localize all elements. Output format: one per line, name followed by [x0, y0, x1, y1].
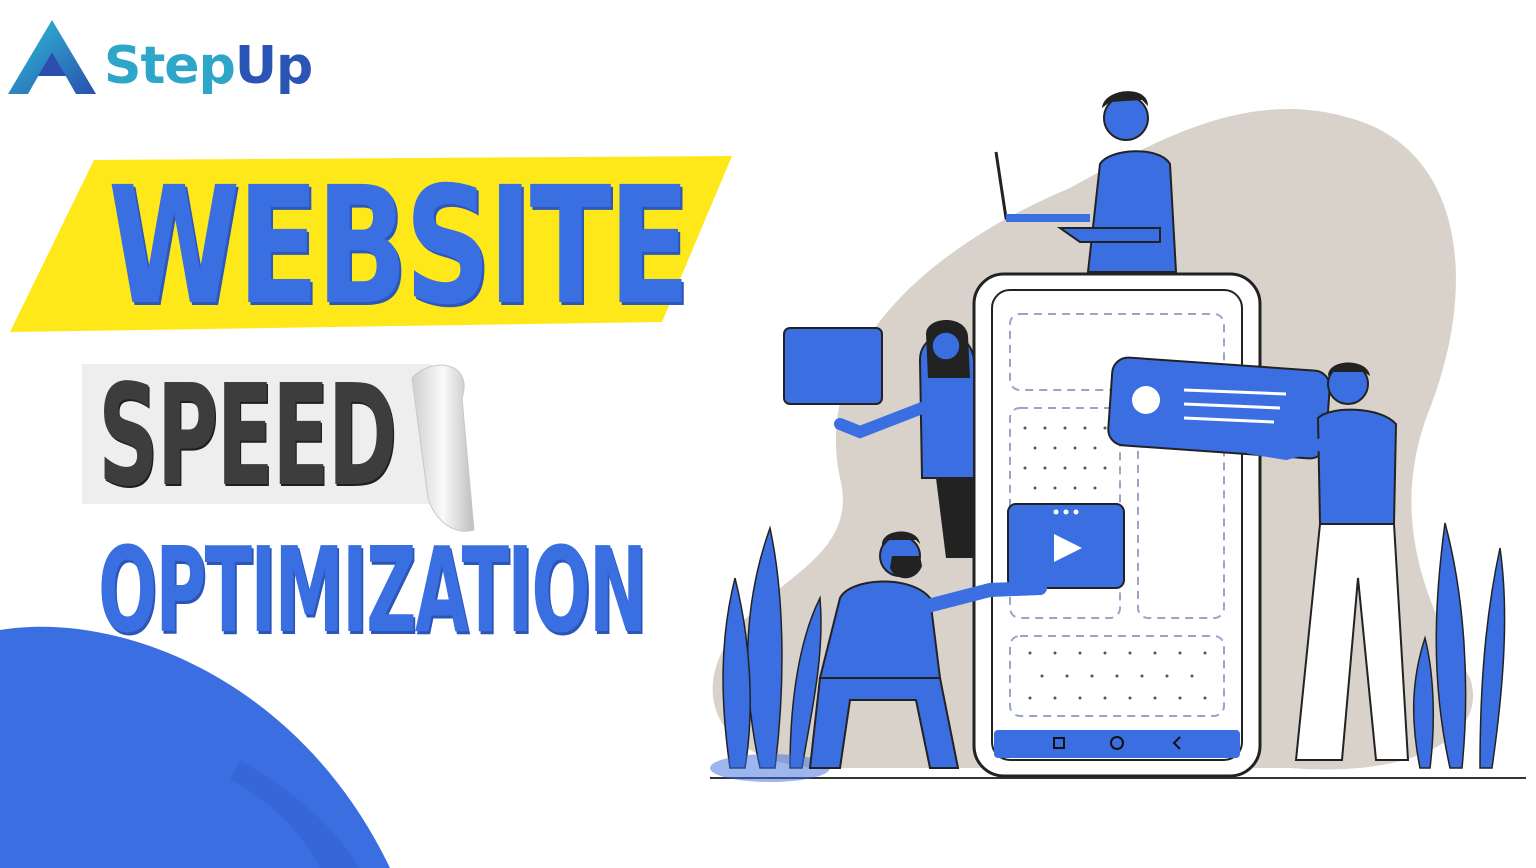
brand-name-up: Up	[234, 36, 313, 96]
headline-website: WEBSITE	[108, 153, 690, 341]
video-card	[1007, 503, 1125, 589]
headline-speed: SPEED	[98, 355, 397, 518]
logo-a-icon	[8, 20, 96, 94]
brand-name: StepUp	[104, 40, 313, 92]
brand-name-step: Step	[104, 36, 236, 96]
floating-card	[783, 327, 883, 405]
team-illustration	[710, 91, 1526, 782]
plant-right	[1412, 522, 1506, 769]
corner-decoration	[0, 626, 390, 868]
chat-card	[1107, 356, 1331, 460]
stepup-logo: StepUp	[6, 18, 346, 98]
